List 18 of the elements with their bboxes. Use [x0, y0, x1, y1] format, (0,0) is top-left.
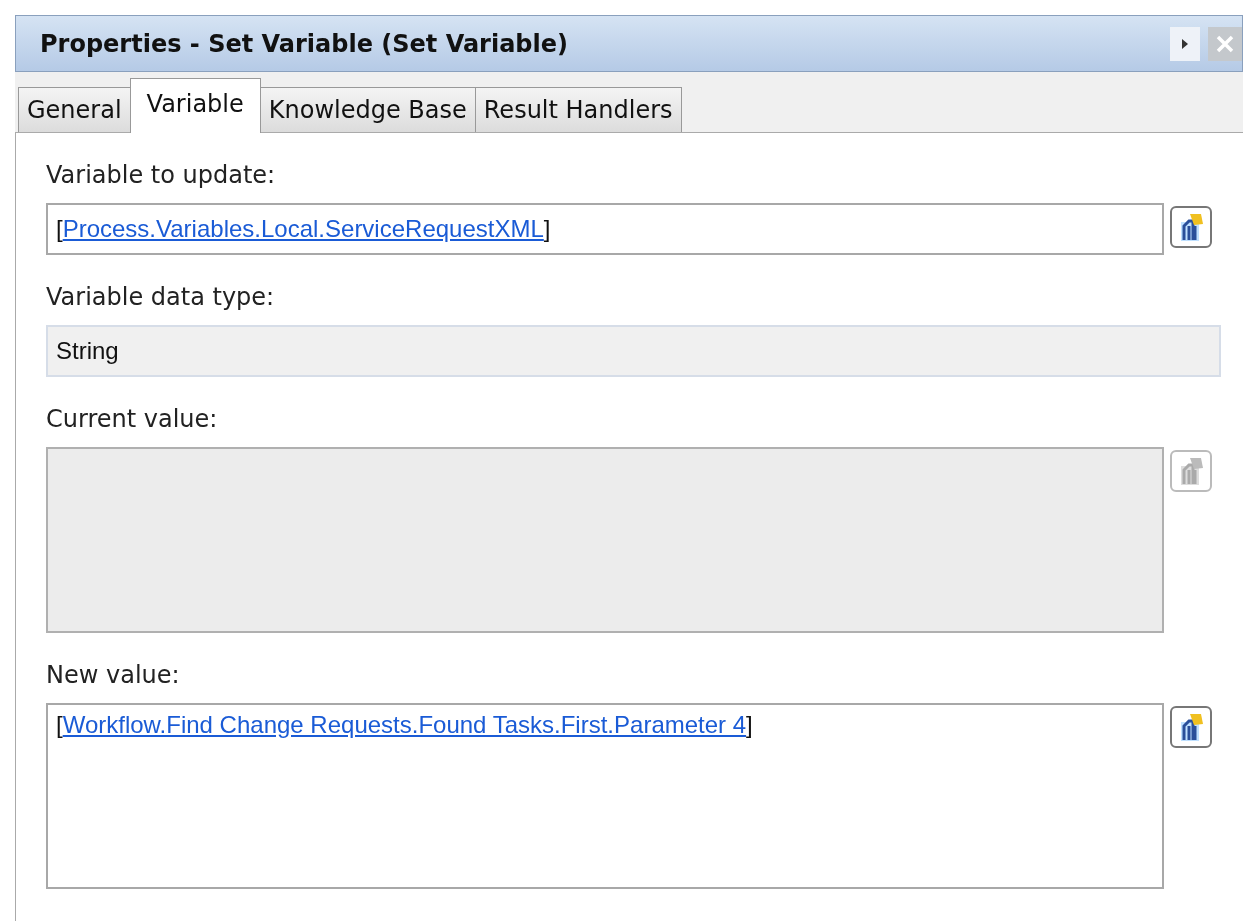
field-label: Variable to update: [46, 161, 277, 191]
tab[interactable]: Knowledge Base [259, 87, 476, 132]
field-label: Variable data type: [46, 283, 276, 313]
tab[interactable]: General [18, 87, 131, 132]
input-field: String [46, 325, 1221, 377]
window-title: Properties - Set Variable (Set Variable) [40, 29, 569, 58]
tab[interactable]: Variable [129, 78, 261, 133]
browse-button[interactable] [1170, 706, 1212, 748]
tab[interactable]: Result Handlers [474, 87, 682, 132]
text-area[interactable]: [Workflow.Find Change Requests.Found Tasks.First.Parameter 4] [46, 703, 1164, 889]
input-field[interactable]: [Process.Variables.Local.ServiceRequestXML] [46, 203, 1164, 255]
field-label: New value: [46, 661, 181, 691]
variable-link[interactable]: Process.Variables.Local.ServiceRequestXML [62, 215, 544, 242]
field-label: Current value: [46, 405, 219, 435]
arrow-button[interactable] [1170, 26, 1200, 61]
browse-button[interactable] [1170, 206, 1212, 248]
close-icon [1215, 33, 1235, 54]
arrow-icon [1181, 37, 1189, 50]
